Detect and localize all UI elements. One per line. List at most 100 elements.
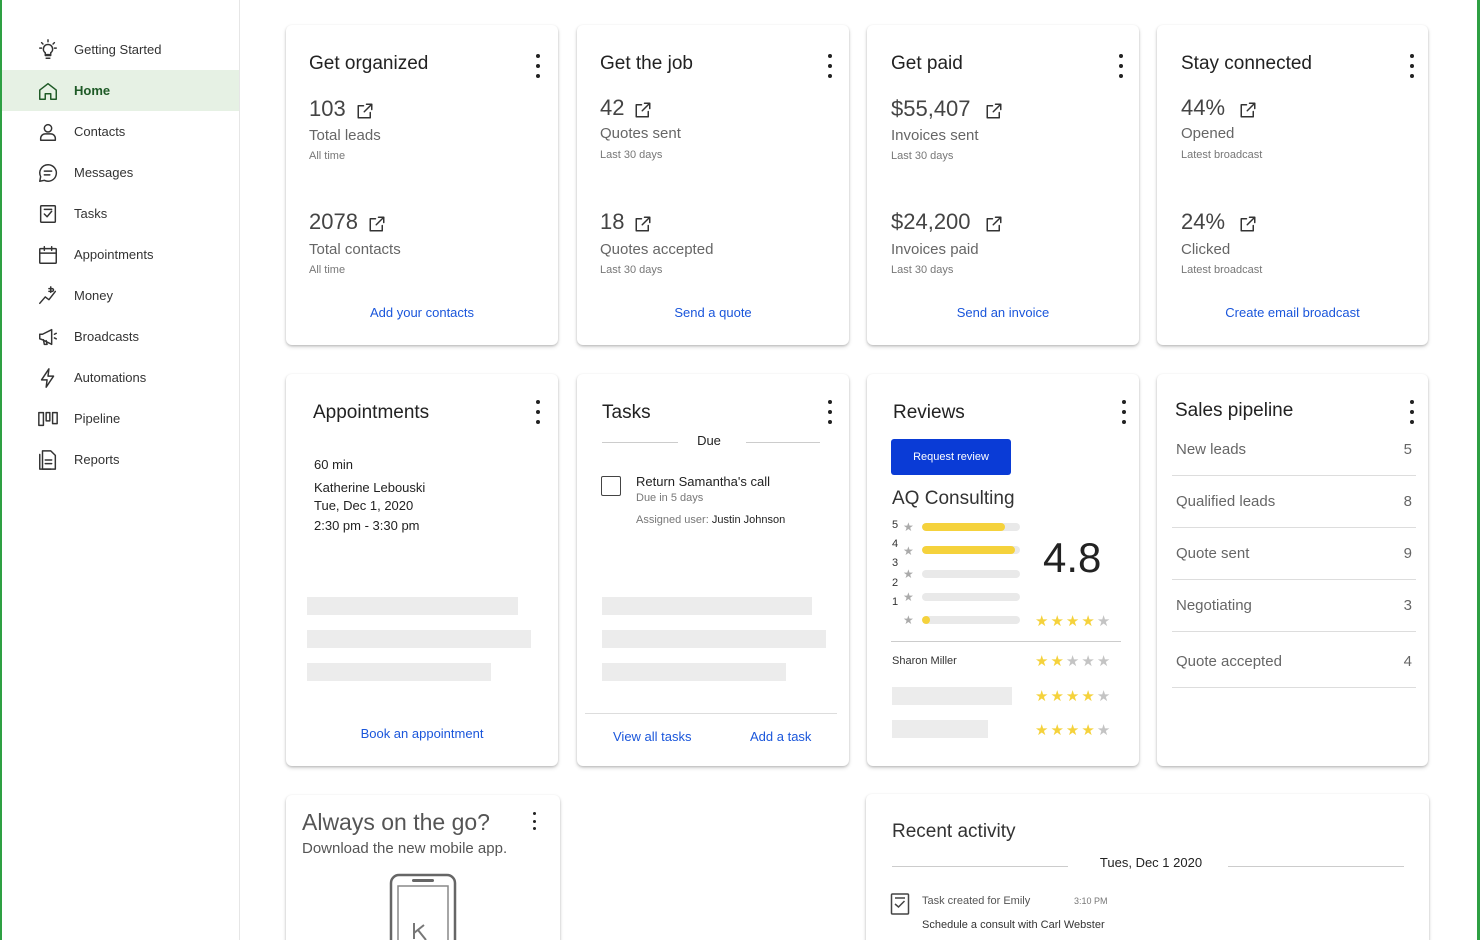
card-tasks: Tasks Due Return Samantha's call Due in … bbox=[577, 374, 849, 766]
external-link-icon[interactable] bbox=[634, 99, 652, 118]
pipeline-stage-label: Negotiating bbox=[1176, 597, 1252, 614]
sidebar-item-money[interactable]: Money bbox=[2, 275, 239, 316]
stat-value[interactable]: 103 bbox=[309, 96, 374, 122]
more-menu-icon[interactable] bbox=[1119, 400, 1129, 424]
more-menu-icon[interactable] bbox=[1407, 54, 1417, 78]
task-checkbox[interactable] bbox=[601, 476, 621, 496]
send-invoice-link[interactable]: Send an invoice bbox=[867, 305, 1139, 320]
more-menu-icon[interactable] bbox=[825, 54, 835, 78]
pipeline-stage-label: Qualified leads bbox=[1176, 493, 1276, 510]
star-filled-icon: ★ bbox=[1050, 722, 1064, 739]
business-name: AQ Consulting bbox=[892, 488, 1015, 509]
pipeline-stage-count: 4 bbox=[1403, 653, 1412, 670]
divider bbox=[746, 442, 820, 443]
star-empty-icon: ★ bbox=[1096, 688, 1111, 705]
clipboard-check-icon bbox=[890, 893, 910, 915]
sidebar-item-automations[interactable]: Automations bbox=[2, 357, 239, 398]
add-task-link[interactable]: Add a task bbox=[750, 729, 811, 744]
card-title: Reviews bbox=[893, 402, 965, 423]
assigned-label: Assigned user: bbox=[636, 514, 709, 526]
external-link-icon[interactable] bbox=[985, 213, 1003, 232]
clipboard-check-icon bbox=[36, 202, 60, 226]
stat-value[interactable]: 44% bbox=[1181, 95, 1257, 121]
sidebar-item-label: Reports bbox=[74, 452, 120, 467]
request-review-button[interactable]: Request review bbox=[891, 439, 1011, 475]
external-link-icon[interactable] bbox=[368, 213, 386, 232]
placeholder-row bbox=[602, 597, 812, 615]
more-menu-icon[interactable] bbox=[533, 400, 543, 424]
external-link-icon[interactable] bbox=[985, 100, 1003, 119]
review-author[interactable]: Sharon Miller bbox=[892, 655, 957, 667]
placeholder-row bbox=[307, 597, 518, 615]
stat-period: Latest broadcast bbox=[1181, 264, 1263, 276]
rating-bar-2 bbox=[922, 593, 1020, 601]
rating-bar-4 bbox=[922, 546, 1020, 554]
pipeline-stage-row[interactable]: Quote sent 9 bbox=[1172, 528, 1416, 580]
star-icon: ★ bbox=[903, 567, 914, 581]
stat-value[interactable]: 2078 bbox=[309, 209, 386, 235]
more-menu-icon[interactable] bbox=[825, 400, 835, 424]
card-title: Appointments bbox=[313, 402, 430, 423]
card-title: Sales pipeline bbox=[1175, 400, 1294, 421]
star-filled-icon: ★ bbox=[1035, 688, 1049, 705]
star-filled-icon: ★ bbox=[1050, 653, 1064, 670]
send-quote-link[interactable]: Send a quote bbox=[577, 305, 849, 320]
external-link-icon[interactable] bbox=[356, 100, 374, 119]
sidebar-item-messages[interactable]: Messages bbox=[2, 152, 239, 193]
appointment-date: Tue, Dec 1, 2020 bbox=[314, 498, 414, 513]
stat-value[interactable]: 42 bbox=[600, 95, 652, 121]
sidebar-item-pipeline[interactable]: Pipeline bbox=[2, 398, 239, 439]
more-menu-icon[interactable] bbox=[1116, 54, 1126, 78]
activity-time: 3:10 PM bbox=[1074, 896, 1108, 906]
sidebar-nav: Getting Started Home Contacts Messages T… bbox=[2, 29, 239, 480]
external-link-icon[interactable] bbox=[1239, 213, 1257, 232]
star-icon: ★ bbox=[903, 613, 914, 627]
rating-level-label: 4 bbox=[892, 538, 899, 550]
sidebar-item-home[interactable]: Home bbox=[2, 70, 239, 111]
stat-label: Total leads bbox=[309, 127, 381, 144]
stat-value[interactable]: $24,200 bbox=[891, 209, 1003, 235]
stat-value[interactable]: 18 bbox=[600, 209, 652, 235]
view-all-tasks-link[interactable]: View all tasks bbox=[613, 729, 692, 744]
divider bbox=[1228, 866, 1404, 867]
task-title[interactable]: Return Samantha's call bbox=[636, 474, 770, 489]
add-contacts-link[interactable]: Add your contacts bbox=[286, 305, 558, 320]
task-assignment: Assigned user: Justin Johnson bbox=[636, 514, 785, 526]
rating-bar-5 bbox=[922, 523, 1020, 531]
placeholder-row bbox=[307, 630, 531, 648]
stat-value[interactable]: 24% bbox=[1181, 209, 1257, 235]
placeholder-row bbox=[602, 663, 786, 681]
stat-value[interactable]: $55,407 bbox=[891, 96, 1003, 122]
sidebar-item-reports[interactable]: Reports bbox=[2, 439, 239, 480]
pipeline-stage-row[interactable]: New leads 5 bbox=[1172, 424, 1416, 476]
external-link-icon[interactable] bbox=[1239, 99, 1257, 118]
book-appointment-link[interactable]: Book an appointment bbox=[286, 726, 558, 741]
more-menu-icon[interactable] bbox=[1407, 400, 1417, 424]
sidebar-item-contacts[interactable]: Contacts bbox=[2, 111, 239, 152]
activity-title[interactable]: Task created for Emily bbox=[922, 895, 1030, 907]
sidebar-item-broadcasts[interactable]: Broadcasts bbox=[2, 316, 239, 357]
placeholder-row bbox=[892, 687, 1012, 705]
card-title: Get organized bbox=[309, 53, 429, 74]
pipeline-stage-row[interactable]: Negotiating 3 bbox=[1172, 580, 1416, 632]
card-mobile-app: Always on the go? Download the new mobil… bbox=[286, 795, 560, 940]
pipeline-stage-row[interactable]: Qualified leads 8 bbox=[1172, 476, 1416, 528]
report-icon bbox=[36, 448, 60, 472]
task-due: Due in 5 days bbox=[636, 492, 704, 504]
create-email-broadcast-link[interactable]: Create email broadcast bbox=[1157, 305, 1428, 320]
card-get-paid: Get paid $55,407 Invoices sent Last 30 d… bbox=[867, 25, 1139, 345]
more-menu-icon[interactable] bbox=[529, 812, 539, 830]
card-title: Tasks bbox=[602, 402, 651, 423]
appointment-contact[interactable]: Katherine Lebouski bbox=[314, 479, 425, 497]
sidebar: Getting Started Home Contacts Messages T… bbox=[2, 0, 240, 940]
more-menu-icon[interactable] bbox=[533, 54, 543, 78]
sidebar-item-tasks[interactable]: Tasks bbox=[2, 193, 239, 234]
sidebar-item-appointments[interactable]: Appointments bbox=[2, 234, 239, 275]
divider bbox=[891, 641, 1121, 642]
stat-number: 42 bbox=[600, 95, 625, 120]
sidebar-item-getting-started[interactable]: Getting Started bbox=[2, 29, 239, 70]
pipeline-stage-row[interactable]: Quote accepted 4 bbox=[1172, 636, 1416, 688]
card-recent-activity: Recent activity Tues, Dec 1 2020 Task cr… bbox=[866, 794, 1429, 940]
card-title: Get the job bbox=[600, 53, 693, 74]
external-link-icon[interactable] bbox=[634, 213, 652, 232]
